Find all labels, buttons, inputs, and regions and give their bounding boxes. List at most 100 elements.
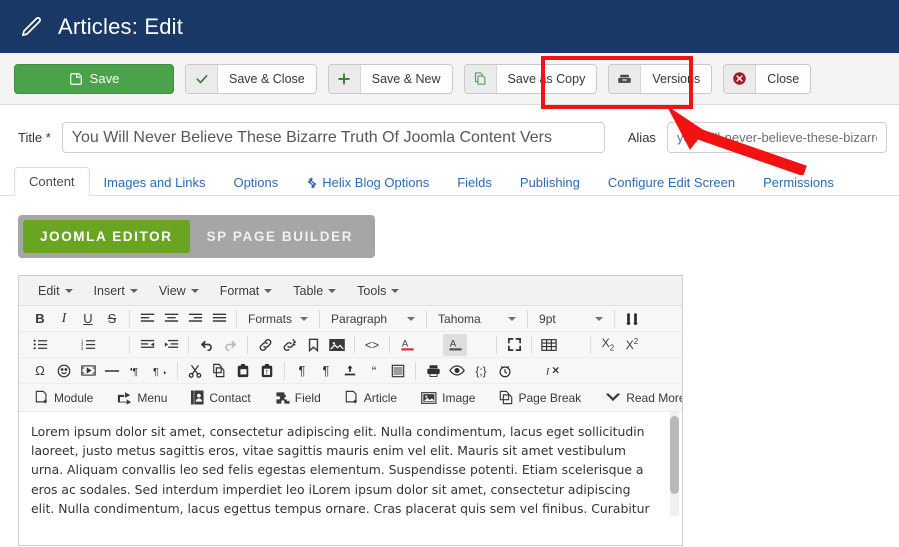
insert-page-break-button[interactable]: Page Break — [492, 387, 588, 409]
paste-as-text-icon[interactable]: T — [255, 360, 279, 382]
menu-label: View — [158, 283, 186, 298]
horizontal-rule-icon[interactable] — [100, 360, 124, 382]
tab-content[interactable]: Content — [14, 167, 90, 196]
tab-helix-blog-options[interactable]: Helix Blog Options — [292, 169, 443, 196]
copy-clipboard-icon[interactable] — [207, 360, 231, 382]
insert-media-icon[interactable] — [76, 360, 100, 382]
ltr-icon[interactable]: ¶ — [124, 360, 148, 382]
emoticon-icon[interactable] — [52, 360, 76, 382]
preview-icon[interactable] — [445, 360, 469, 382]
italic-icon[interactable]: I — [52, 308, 76, 330]
source-code-icon[interactable]: <> — [360, 334, 384, 356]
insert-table-icon[interactable] — [537, 334, 561, 356]
superscript-icon[interactable]: X2 — [620, 334, 644, 356]
insert-contact-button[interactable]: Contact — [184, 387, 257, 409]
menu-insert[interactable]: Insert — [85, 280, 147, 302]
save-button[interactable]: Save — [14, 63, 174, 94]
code-sample-icon[interactable]: {;} — [469, 360, 493, 382]
insert-image-icon[interactable] — [325, 334, 349, 356]
save-close-button[interactable]: Save & Close — [185, 63, 317, 94]
background-color-icon[interactable]: A — [443, 333, 467, 356]
versions-label: Versions — [641, 64, 712, 93]
versions-button[interactable]: Versions — [608, 63, 713, 94]
bullet-list-chevron-icon[interactable] — [52, 334, 76, 356]
indent-icon[interactable] — [159, 334, 183, 356]
numbered-list-icon[interactable]: 123 — [76, 334, 100, 356]
anchor-icon[interactable] — [301, 334, 325, 356]
text-color-chevron-icon[interactable] — [419, 334, 443, 356]
insert-article-button[interactable]: Article — [338, 387, 404, 409]
tab-options[interactable]: Options — [219, 169, 292, 196]
insert-image-button[interactable]: Image — [414, 387, 482, 409]
background-color-chevron-icon[interactable] — [467, 334, 491, 356]
menu-format[interactable]: Format — [211, 280, 282, 302]
editor-content-area[interactable]: Lorem ipsum dolor sit amet, consectetur … — [19, 412, 682, 516]
align-justify-icon[interactable] — [207, 308, 231, 330]
formats-dropdown[interactable]: Formats — [242, 308, 314, 330]
separator — [614, 309, 616, 328]
sp-page-builder-toggle[interactable]: SP PAGE BUILDER — [190, 220, 371, 253]
insert-menu-button[interactable]: Menu — [110, 387, 174, 409]
insert-table-chevron-icon[interactable] — [561, 334, 585, 356]
clear-formatting-icon[interactable]: I — [541, 360, 565, 382]
alias-input[interactable] — [666, 122, 887, 153]
numbered-list-chevron-icon[interactable] — [100, 334, 124, 356]
menu-edit[interactable]: Edit — [29, 280, 82, 302]
joomla-editor-toggle[interactable]: JOOMLA EDITOR — [23, 220, 190, 253]
save-copy-label: Save as Copy — [496, 64, 597, 93]
text-color-icon[interactable]: A — [395, 334, 419, 356]
outdent-icon[interactable] — [135, 334, 159, 356]
insert-module-button[interactable]: Module — [28, 387, 100, 409]
save-copy-button[interactable]: Save as Copy — [463, 63, 598, 94]
plugin-label: Contact — [209, 390, 251, 405]
tab-label: Helix Blog Options — [322, 175, 430, 190]
align-center-icon[interactable] — [159, 308, 183, 330]
tab-publishing[interactable]: Publishing — [506, 169, 594, 196]
bullet-list-icon[interactable] — [28, 334, 52, 356]
tab-fields[interactable]: Fields — [443, 169, 506, 196]
title-input[interactable] — [61, 122, 605, 153]
subscript-icon[interactable]: X2 — [596, 334, 620, 356]
font-family-dropdown[interactable]: Tahoma — [432, 308, 522, 330]
search-replace-icon[interactable] — [620, 308, 644, 330]
underline-icon[interactable]: U — [76, 308, 100, 330]
align-left-icon[interactable] — [135, 308, 159, 330]
insert-read-more-button[interactable]: Read More — [598, 387, 682, 409]
link-icon[interactable] — [253, 334, 277, 356]
align-right-icon[interactable] — [183, 308, 207, 330]
block-format-dropdown[interactable]: Paragraph — [325, 308, 421, 330]
undo-icon[interactable] — [194, 334, 218, 356]
tab-configure-edit-screen[interactable]: Configure Edit Screen — [594, 169, 749, 196]
template-icon[interactable] — [386, 360, 410, 382]
blockquote-icon[interactable]: “ — [362, 360, 386, 382]
tab-permissions[interactable]: Permissions — [749, 169, 848, 196]
editor-scrollbar-thumb[interactable] — [670, 416, 679, 494]
cut-icon[interactable] — [183, 360, 207, 382]
bold-icon[interactable]: B — [28, 308, 52, 330]
paste-icon[interactable] — [231, 360, 255, 382]
menu-tools[interactable]: Tools — [348, 280, 408, 302]
alias-label: Alias — [627, 130, 656, 145]
redo-icon[interactable] — [218, 334, 242, 356]
fullscreen-icon[interactable] — [502, 334, 526, 356]
font-size-dropdown[interactable]: 9pt — [533, 308, 609, 330]
show-invisible-chars-icon[interactable]: ¶ — [290, 360, 314, 382]
svg-text:¶: ¶ — [133, 365, 139, 377]
insert-field-button[interactable]: Field — [268, 387, 328, 409]
insert-datetime-icon[interactable] — [493, 360, 517, 382]
save-new-button[interactable]: Save & New — [327, 63, 453, 94]
chevron-down-icon — [190, 288, 199, 293]
paragraph-icon[interactable]: ¶ — [314, 360, 338, 382]
rtl-icon[interactable]: ¶ — [148, 360, 172, 382]
print-icon[interactable] — [421, 360, 445, 382]
menu-table[interactable]: Table — [284, 280, 345, 302]
strikethrough-icon[interactable]: S — [100, 308, 124, 330]
insert-datetime-chevron-icon[interactable] — [517, 360, 541, 382]
tab-images-and-links[interactable]: Images and Links — [90, 169, 220, 196]
tab-label: Configure Edit Screen — [607, 175, 736, 190]
insert-file-icon[interactable] — [338, 360, 362, 382]
menu-view[interactable]: View — [150, 280, 208, 302]
close-button[interactable]: Close — [723, 63, 812, 94]
unlink-icon[interactable] — [277, 334, 301, 356]
special-character-icon[interactable]: Ω — [28, 360, 52, 382]
